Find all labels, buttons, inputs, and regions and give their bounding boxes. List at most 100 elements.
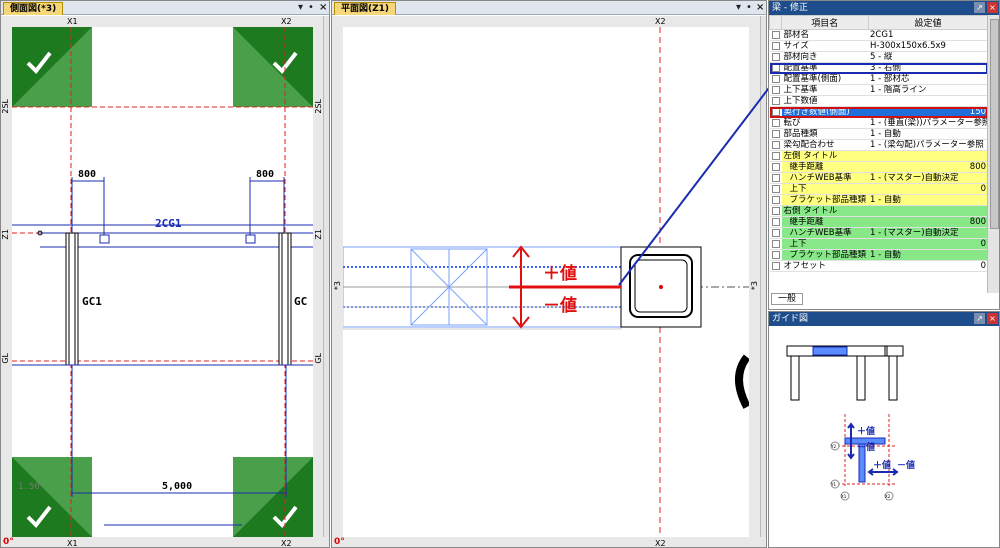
checkbox-icon[interactable] (771, 250, 780, 259)
row-checkbox[interactable] (769, 106, 782, 118)
checkbox-icon[interactable] (771, 173, 780, 182)
checkbox-icon[interactable] (771, 85, 780, 94)
checkbox-icon[interactable] (771, 52, 780, 61)
row-checkbox[interactable] (769, 117, 782, 129)
checkbox-icon[interactable] (771, 107, 780, 116)
property-row[interactable]: オフセット 0 (769, 260, 989, 272)
row-item-value[interactable] (868, 205, 989, 217)
property-row[interactable]: 上下基準 1 - 階高ライン (769, 84, 989, 96)
guide-float-icon[interactable]: ↗ (974, 313, 985, 324)
checkbox-icon[interactable] (771, 228, 780, 237)
row-item-value[interactable]: 0 (868, 183, 989, 195)
row-item-value[interactable]: 1 - (マスター)自動決定 (868, 227, 989, 239)
row-item-value[interactable]: 3 - 右側 (868, 62, 989, 74)
row-item-value[interactable]: 1 - (梁勾配)パラメーター参照 (868, 139, 989, 151)
row-item-value[interactable]: 800 (868, 216, 989, 228)
property-row[interactable]: 配置基準 3 - 右側 (769, 62, 989, 74)
plan-tab-pin-icon[interactable]: • (746, 1, 752, 14)
plan-vscroll[interactable] (760, 16, 766, 537)
row-item-value[interactable]: 5 - 縦 (868, 51, 989, 63)
row-item-value[interactable]: 1 - 階高ライン (868, 84, 989, 96)
row-item-value[interactable]: 1 - 自動 (868, 249, 989, 261)
plan-tab-close-icon[interactable]: × (756, 1, 764, 14)
checkbox-icon[interactable] (771, 96, 780, 105)
checkbox-icon[interactable] (771, 74, 780, 83)
side-view-tab[interactable]: 側面図(*3) (3, 2, 64, 15)
property-row[interactable]: 継手距離 800 (769, 216, 989, 228)
tab-close-icon[interactable]: × (319, 1, 327, 14)
row-item-value[interactable]: 1 - (垂直(梁))パラメーター参照 (868, 117, 989, 129)
property-row[interactable]: 転び 1 - (垂直(梁))パラメーター参照 (769, 117, 989, 129)
plan-view-canvas[interactable]: ＋値 －値 (343, 27, 749, 537)
row-item-value[interactable] (868, 95, 989, 107)
property-row[interactable]: ハンチWEB基準 1 - (マスター)自動決定 (769, 227, 989, 239)
property-row[interactable]: 部品種類 1 - 自動 (769, 128, 989, 140)
row-checkbox[interactable] (769, 62, 782, 74)
checkbox-icon[interactable] (771, 217, 780, 226)
row-checkbox[interactable] (769, 161, 782, 173)
checkbox-icon[interactable] (771, 239, 780, 248)
property-row[interactable]: ブラケット部品種類 1 - 自動 (769, 249, 989, 261)
row-checkbox[interactable] (769, 51, 782, 63)
checkbox-icon[interactable] (771, 151, 780, 160)
checkbox-icon[interactable] (771, 195, 780, 204)
row-item-value[interactable]: 150 (868, 106, 989, 118)
property-row[interactable]: 右側 タイトル (769, 205, 989, 217)
row-item-value[interactable]: 1 - 自動 (868, 128, 989, 140)
side-vscroll[interactable] (323, 16, 329, 537)
panel-float-icon[interactable]: ↗ (974, 2, 985, 13)
row-checkbox[interactable] (769, 139, 782, 151)
row-checkbox[interactable] (769, 40, 782, 52)
checkbox-icon[interactable] (771, 206, 780, 215)
panel-close-icon[interactable]: × (987, 2, 998, 13)
row-checkbox[interactable] (769, 260, 782, 272)
property-row[interactable]: 継手距離 800 (769, 161, 989, 173)
row-checkbox[interactable] (769, 205, 782, 217)
row-checkbox[interactable] (769, 227, 782, 239)
property-panel[interactable]: 梁 - 修正 ↗ × 項目名 設定値 部材名 2CG1 サイズ H-300x150x6… (768, 0, 1000, 310)
checkbox-icon[interactable] (771, 30, 780, 39)
tab-dropdown-icon[interactable]: ▾ (298, 1, 303, 14)
property-row[interactable]: サイズ H-300x150x6.5x9 (769, 40, 989, 52)
row-item-value[interactable]: 1 - (マスター)自動決定 (868, 172, 989, 184)
row-checkbox[interactable] (769, 249, 782, 261)
checkbox-icon[interactable] (771, 41, 780, 50)
row-checkbox[interactable] (769, 238, 782, 250)
checkbox-icon[interactable] (771, 129, 780, 138)
property-row[interactable]: 配置基準(側面) 1 - 部材芯 (769, 73, 989, 85)
row-checkbox[interactable] (769, 150, 782, 162)
side-view-canvas[interactable]: 800 800 2CG1 GC1 GC 5,000 1.50 (12, 27, 313, 537)
property-row[interactable]: 上下数値 (769, 95, 989, 107)
row-item-value[interactable]: 1 - 自動 (868, 194, 989, 206)
property-row[interactable]: 左側 タイトル (769, 150, 989, 162)
property-row[interactable]: 上下 0 (769, 238, 989, 250)
plan-tab-dropdown-icon[interactable]: ▾ (736, 1, 741, 14)
checkbox-icon[interactable] (771, 184, 780, 193)
checkbox-icon[interactable] (771, 140, 780, 149)
row-checkbox[interactable] (769, 128, 782, 140)
plan-view-tab[interactable]: 平面図(Z1) (334, 2, 397, 15)
checkbox-icon[interactable] (771, 118, 780, 127)
row-checkbox[interactable] (769, 194, 782, 206)
checkbox-icon[interactable] (771, 261, 780, 270)
row-checkbox[interactable] (769, 183, 782, 195)
side-view-pane[interactable]: 側面図(*3) ▾ • × X1 X2 2SL Z1 GL 2SL Z1 GL … (0, 0, 330, 548)
row-checkbox[interactable] (769, 216, 782, 228)
row-item-value[interactable]: H-300x150x6.5x9 (868, 40, 989, 52)
property-row[interactable]: 部材名 2CG1 (769, 29, 989, 41)
guide-close-icon[interactable]: × (987, 313, 998, 324)
property-row[interactable]: 上下 0 (769, 183, 989, 195)
row-checkbox[interactable] (769, 73, 782, 85)
property-vscroll[interactable] (987, 15, 999, 293)
checkbox-icon[interactable] (771, 63, 780, 72)
row-item-value[interactable] (868, 150, 989, 162)
checkbox-icon[interactable] (771, 162, 780, 171)
row-checkbox[interactable] (769, 84, 782, 96)
row-item-value[interactable]: 0 (868, 238, 989, 250)
row-item-value[interactable]: 2CG1 (868, 29, 989, 41)
property-row[interactable]: 梁勾配合わせ 1 - (梁勾配)パラメーター参照 (769, 139, 989, 151)
property-row[interactable]: ブラケット部品種類 1 - 自動 (769, 194, 989, 206)
row-checkbox[interactable] (769, 29, 782, 41)
tab-general[interactable]: 一般 (771, 293, 804, 305)
property-row[interactable]: 部材向き 5 - 縦 (769, 51, 989, 63)
